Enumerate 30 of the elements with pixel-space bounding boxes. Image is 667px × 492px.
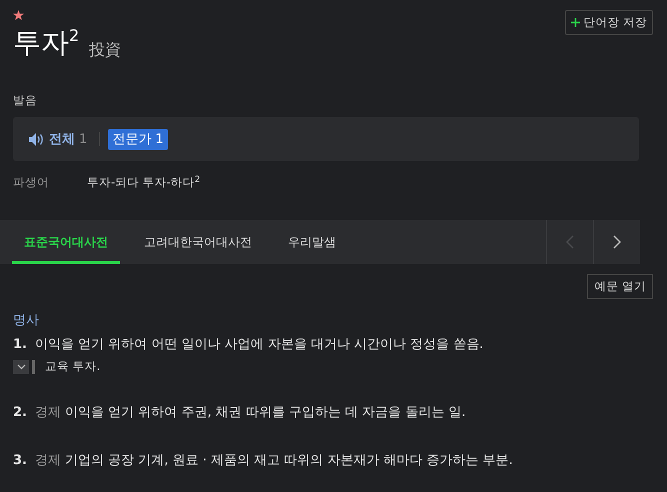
speaker-icon	[29, 132, 45, 146]
field-tag: 경제	[34, 403, 61, 423]
headword: 투자$^{2}$	[13, 25, 80, 62]
definition-text: 이익을 얻기 위하여 어떤 일이나 사업에 자본을 대거나 시간이나 정성을 쏟음.	[34, 336, 484, 354]
dictionary-tab[interactable]: 우리말샘	[276, 220, 348, 264]
sense-number: 2.	[13, 404, 27, 422]
pronunciation-option[interactable]: 전문가 1	[108, 128, 168, 150]
field-tag: 경제	[34, 450, 61, 470]
pronunciation-option[interactable]: 전체 1	[25, 128, 92, 150]
derivative-link[interactable]: 투자-하다$^{2}$	[142, 174, 200, 192]
expand-toggle[interactable]	[13, 360, 29, 374]
dictionary-tab[interactable]: 표준국어대사전	[12, 220, 120, 264]
chevron-right-icon	[611, 234, 623, 250]
derivative-link[interactable]: 투자-되다	[87, 174, 140, 192]
derivative-label: 파생어	[13, 174, 50, 192]
definition-text: 기업의 공장 기계, 원료 · 제품의 재고 따위의 자본재가 해마다 증가하는 부분.	[64, 452, 513, 470]
sense-number: 1.	[13, 336, 27, 354]
chevron-down-icon	[16, 364, 26, 370]
show-examples-button[interactable]: 예문 열기	[587, 274, 653, 299]
part-of-speech: 명사	[13, 312, 39, 330]
example-text: 교육 투자.	[45, 358, 100, 376]
star-icon[interactable]	[13, 10, 24, 21]
plus-icon	[571, 18, 580, 28]
dictionary-tab[interactable]: 고려대한국어대사전	[132, 220, 264, 264]
section-label: 발음	[13, 92, 37, 110]
definition-text: 이익을 얻기 위하여 주권, 채권 따위를 구입하는 데 자금을 돌리는 일.	[64, 404, 466, 422]
save-button[interactable]: 단어장 저장	[565, 10, 653, 36]
chevron-left-icon	[564, 234, 576, 250]
hanja-text: 投資	[89, 39, 122, 62]
sense-number: 3.	[13, 452, 27, 470]
